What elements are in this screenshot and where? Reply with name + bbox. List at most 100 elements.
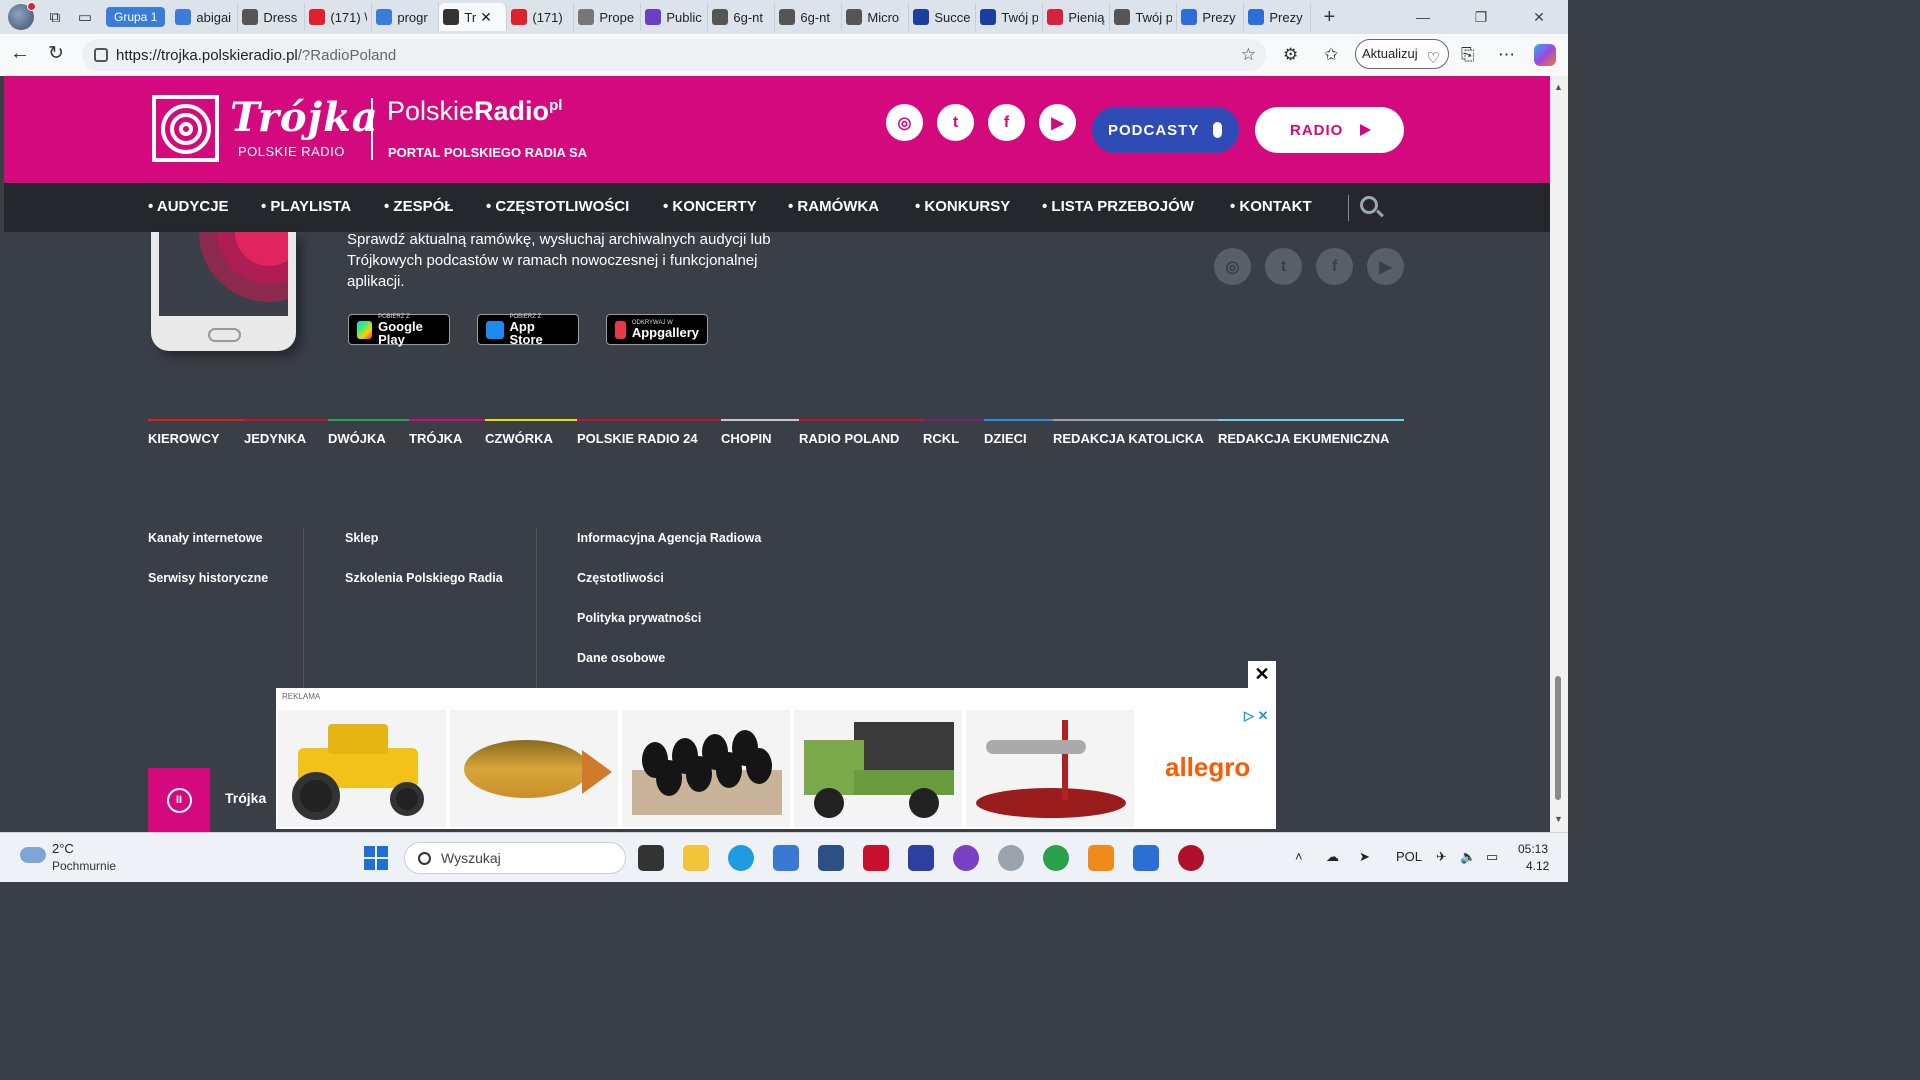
browser-tab[interactable]: Tr ✕ [439, 3, 508, 31]
browser-tab[interactable]: Micro [842, 3, 910, 31]
address-bar[interactable]: https://trojka.polskieradio.pl/?RadioPol… [82, 39, 1266, 71]
google-play-badge[interactable]: POBIERZ Z Google Play [348, 314, 450, 346]
station-rckl[interactable]: RCKL [923, 419, 984, 446]
allegro-logo[interactable]: allegro [1165, 752, 1250, 783]
cloud-icon[interactable] [20, 847, 46, 863]
footer-link[interactable]: Szkolenia Polskiego Radia [345, 571, 503, 585]
vlc-icon[interactable] [1088, 845, 1114, 871]
collections-icon[interactable]: ⎘ [1461, 45, 1475, 65]
browser-tab[interactable]: Prezy [1244, 3, 1312, 31]
volume-icon[interactable]: 🔈 [1460, 849, 1476, 865]
youtube-icon[interactable]: ▶ [1039, 104, 1076, 141]
podcasts-button[interactable]: PODCASTY [1092, 107, 1239, 153]
appgallery-badge[interactable]: ODKRYWAJ W Appgallery [606, 314, 708, 345]
footer-link[interactable]: Częstotliwości [577, 571, 664, 585]
workspaces-icon[interactable]: ⧉ [40, 3, 70, 31]
battery-icon[interactable]: ▭ [1486, 849, 1498, 865]
browser-tab[interactable]: (171) \ [305, 3, 373, 31]
ad-product-engine[interactable] [966, 710, 1134, 827]
polskie-radio-logo[interactable]: PolskieRadiopl [387, 96, 562, 127]
advertisement-banner[interactable]: REKLAMA allegro ▷ ✕ [276, 688, 1276, 829]
twitter-icon[interactable]: t [937, 104, 974, 141]
station-trojka[interactable]: TRÓJKA [409, 419, 485, 446]
radio-button[interactable]: RADIO [1255, 107, 1404, 153]
brand-name[interactable]: Trójka [230, 94, 379, 141]
virtualbox-icon[interactable] [818, 845, 844, 871]
network-app-icon[interactable] [998, 845, 1024, 871]
new-tab-button[interactable]: + [1317, 6, 1341, 29]
app-store-badge[interactable]: POBIERZ Z App Store [477, 314, 579, 346]
browser-tab[interactable]: Prope [574, 3, 642, 31]
minimize-button[interactable]: — [1394, 0, 1452, 34]
station-polskie-radio-24[interactable]: POLSKIE RADIO 24 [577, 419, 721, 446]
nav-item-koncerty[interactable]: • KONCERTY [663, 198, 757, 215]
trojka-logo-icon[interactable] [152, 95, 219, 162]
browser-tab[interactable]: Twój p [1110, 3, 1178, 31]
d-app-icon[interactable] [1178, 845, 1204, 871]
nav-item-czestotliwosci[interactable]: • CZĘSTOTLIWOŚCI [486, 198, 629, 215]
nav-item-ramowka[interactable]: • RAMÓWKA [788, 198, 879, 215]
taskbar-search[interactable]: Wyszukaj [404, 842, 626, 874]
instagram-icon[interactable]: ◎ [1214, 248, 1251, 285]
browser-tab[interactable]: Pienią [1043, 3, 1111, 31]
clock-date[interactable]: 4.12 [1526, 859, 1549, 873]
podcast-app-icon[interactable] [953, 845, 979, 871]
station-kierowcy[interactable]: KIEROWCY [148, 419, 244, 446]
station-dwojka[interactable]: DWÓJKA [328, 419, 409, 446]
extensions-icon[interactable]: ⚙ [1283, 45, 1298, 65]
facebook-icon[interactable]: f [1316, 248, 1353, 285]
globe-app-icon[interactable] [1043, 845, 1069, 871]
more-menu-icon[interactable]: ⋯ [1498, 45, 1515, 65]
player-pause-button[interactable]: II [148, 768, 210, 832]
instagram-icon[interactable]: ◎ [886, 104, 923, 141]
youtube-icon[interactable]: ▶ [1367, 248, 1404, 285]
browser-tab[interactable]: Prezy [1177, 3, 1245, 31]
browser-tab[interactable]: (171) [507, 3, 575, 31]
nav-item-kontakt[interactable]: • KONTAKT [1230, 198, 1312, 215]
close-tab-icon[interactable]: ✕ [480, 9, 492, 26]
browser-tab[interactable]: Succe [909, 3, 977, 31]
update-button[interactable]: Aktualizuj ♡ [1355, 39, 1449, 69]
weather-temperature[interactable]: 2°C [52, 841, 74, 856]
clock-time[interactable]: 05:13 [1518, 842, 1548, 856]
browser-tab[interactable]: 6g-nt [775, 3, 843, 31]
store-icon[interactable] [773, 845, 799, 871]
scrollbar-thumb[interactable] [1555, 676, 1561, 800]
station-redakcja-ekumeniczna[interactable]: REDAKCJA EKUMENICZNA [1218, 419, 1404, 446]
restore-button[interactable]: ❐ [1452, 0, 1510, 34]
ad-product-truck[interactable] [794, 710, 962, 827]
browser-tab[interactable]: abigai [171, 3, 239, 31]
ad-product-tractor[interactable] [278, 710, 446, 827]
station-chopin[interactable]: CHOPIN [721, 419, 799, 446]
language-indicator[interactable]: POL [1396, 849, 1422, 864]
start-button[interactable] [364, 846, 388, 870]
nav-item-konkursy[interactable]: • KONKURSY [915, 198, 1010, 215]
favorites-icon[interactable]: ✩ [1324, 45, 1338, 65]
facebook-icon[interactable]: f [988, 104, 1025, 141]
footer-link[interactable]: Polityka prywatności [577, 611, 701, 625]
station-radio-poland[interactable]: RADIO POLAND [799, 419, 923, 446]
browser-tab[interactable]: progr [372, 3, 440, 31]
search-icon[interactable] [1360, 196, 1378, 214]
browser-tab[interactable]: 6g-nt [708, 3, 776, 31]
footer-link[interactable]: Dane osobowe [577, 651, 665, 665]
browser-tab[interactable]: Public [641, 3, 709, 31]
lock-icon[interactable] [94, 48, 108, 62]
save-app-icon[interactable] [908, 845, 934, 871]
file-explorer-icon[interactable] [683, 845, 709, 871]
refresh-icon[interactable]: ↻ [48, 42, 64, 65]
app-icon[interactable] [863, 845, 889, 871]
footer-link[interactable]: Informacyjna Agencja Radiowa [577, 531, 761, 545]
tab-actions-icon[interactable]: ▭ [70, 3, 100, 31]
weather-description[interactable]: Pochmurnie [52, 859, 116, 873]
twitter-icon[interactable]: t [1265, 248, 1302, 285]
copilot-icon[interactable] [1534, 44, 1556, 66]
nav-item-zespol[interactable]: • ZESPÓŁ [384, 198, 453, 215]
browser-tab[interactable]: Dress [238, 3, 306, 31]
tab-group-chip[interactable]: Grupa 1 [106, 7, 166, 27]
ad-product-eggs[interactable] [622, 710, 790, 827]
nav-item-audycje[interactable]: • AUDYCJE [148, 198, 229, 215]
station-jedynka[interactable]: JEDYNKA [244, 419, 328, 446]
location-icon[interactable]: ➤ [1359, 849, 1370, 865]
chevron-up-icon[interactable]: ˄ [1295, 849, 1303, 864]
